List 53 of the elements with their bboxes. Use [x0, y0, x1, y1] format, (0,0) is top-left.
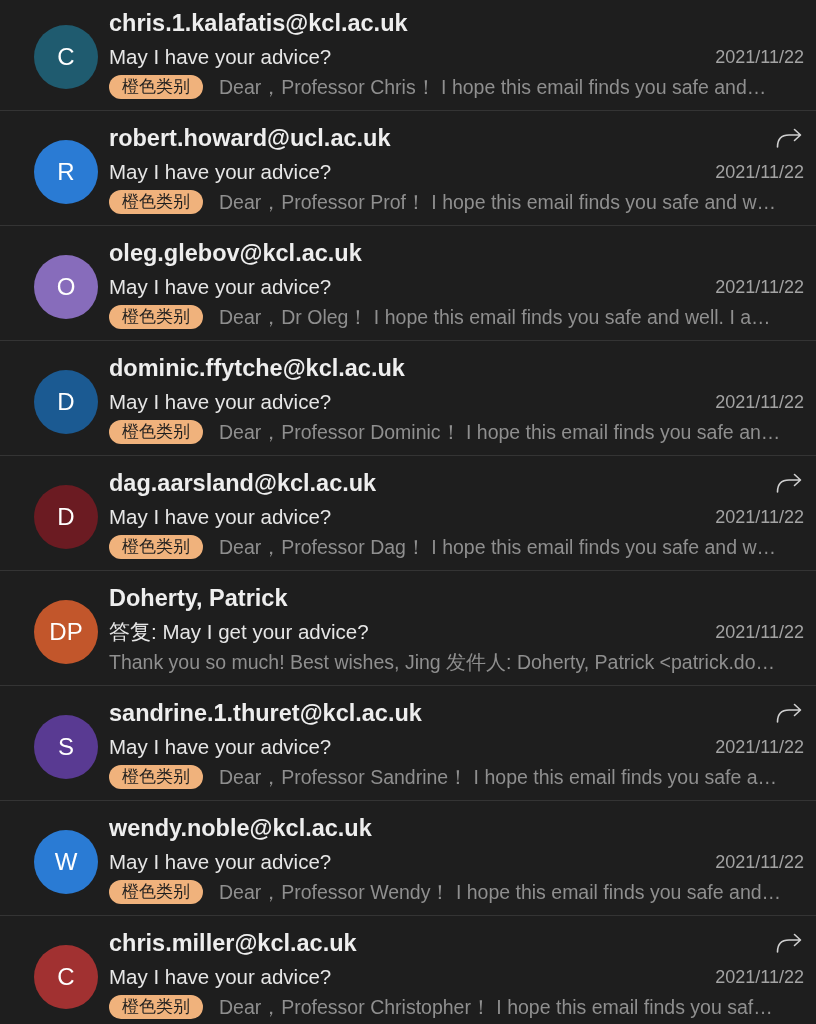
email-subject: May I have your advice? — [109, 45, 332, 69]
category-tag: 橙色类别 — [109, 305, 203, 329]
email-date: 2021/11/22 — [715, 966, 804, 988]
email-subject: May I have your advice? — [109, 275, 332, 299]
avatar: O — [34, 255, 98, 319]
email-date: 2021/11/22 — [715, 46, 804, 68]
email-subject: May I have your advice? — [109, 505, 332, 529]
avatar: DP — [34, 600, 98, 664]
sender-name: dominic.ffytche@kcl.ac.uk — [109, 354, 405, 382]
email-preview: Dear，Professor Dominic！ I hope this email finds you safe an… — [219, 419, 781, 445]
email-subject: May I have your advice? — [109, 850, 332, 874]
avatar: W — [34, 830, 98, 894]
category-tag: 橙色类别 — [109, 75, 203, 99]
email-date: 2021/11/22 — [715, 391, 804, 413]
email-subject: May I have your advice? — [109, 735, 332, 759]
email-date: 2021/11/22 — [715, 161, 804, 183]
category-tag: 橙色类别 — [109, 190, 203, 214]
email-preview: Dear，Professor Prof！ I hope this email finds you safe and w… — [219, 189, 776, 215]
email-preview: Dear，Dr Oleg！ I hope this email finds you safe and well. I a… — [219, 304, 771, 330]
email-preview: Dear，Professor Chris！ I hope this email finds you safe and… — [219, 74, 767, 100]
avatar: C — [34, 945, 98, 1009]
email-date: 2021/11/22 — [715, 736, 804, 758]
email-date: 2021/11/22 — [715, 621, 804, 643]
email-preview: Dear，Professor Sandrine！ I hope this email finds you safe a… — [219, 764, 778, 790]
email-date: 2021/11/22 — [715, 276, 804, 298]
category-tag: 橙色类别 — [109, 420, 203, 444]
sender-name: dag.aarsland@kcl.ac.uk — [109, 469, 377, 497]
category-tag: 橙色类别 — [109, 880, 203, 904]
sender-name: chris.miller@kcl.ac.uk — [109, 929, 357, 957]
avatar: D — [34, 370, 98, 434]
avatar: R — [34, 140, 98, 204]
sender-name: sandrine.1.thuret@kcl.ac.uk — [109, 699, 422, 727]
category-tag: 橙色类别 — [109, 765, 203, 789]
email-date: 2021/11/22 — [715, 851, 804, 873]
email-preview: Dear，Professor Dag！ I hope this email finds you safe and w… — [219, 534, 776, 560]
sender-name: robert.howard@ucl.ac.uk — [109, 124, 391, 152]
avatar: C — [34, 25, 98, 89]
sender-name: Doherty, Patrick — [109, 584, 288, 612]
email-preview: Dear，Professor Christopher！ I hope this email finds you saf… — [219, 994, 773, 1020]
category-tag: 橙色类别 — [109, 535, 203, 559]
avatar: D — [34, 485, 98, 549]
sender-name: chris.1.kalafatis@kcl.ac.uk — [109, 9, 408, 37]
email-subject: May I have your advice? — [109, 965, 332, 989]
email-subject: May I have your advice? — [109, 390, 332, 414]
email-subject: May I have your advice? — [109, 160, 332, 184]
category-tag: 橙色类别 — [109, 995, 203, 1019]
avatar: S — [34, 715, 98, 779]
email-preview: Thank you so much! Best wishes, Jing 发件人: Doherty, Patrick <patrick.do… — [109, 649, 775, 675]
sender-name: wendy.noble@kcl.ac.uk — [109, 814, 372, 842]
sender-name: oleg.glebov@kcl.ac.uk — [109, 239, 362, 267]
email-date: 2021/11/22 — [715, 506, 804, 528]
email-subject: 答复: May I get your advice? — [109, 619, 369, 645]
email-preview: Dear，Professor Wendy！ I hope this email finds you safe and… — [219, 879, 782, 905]
